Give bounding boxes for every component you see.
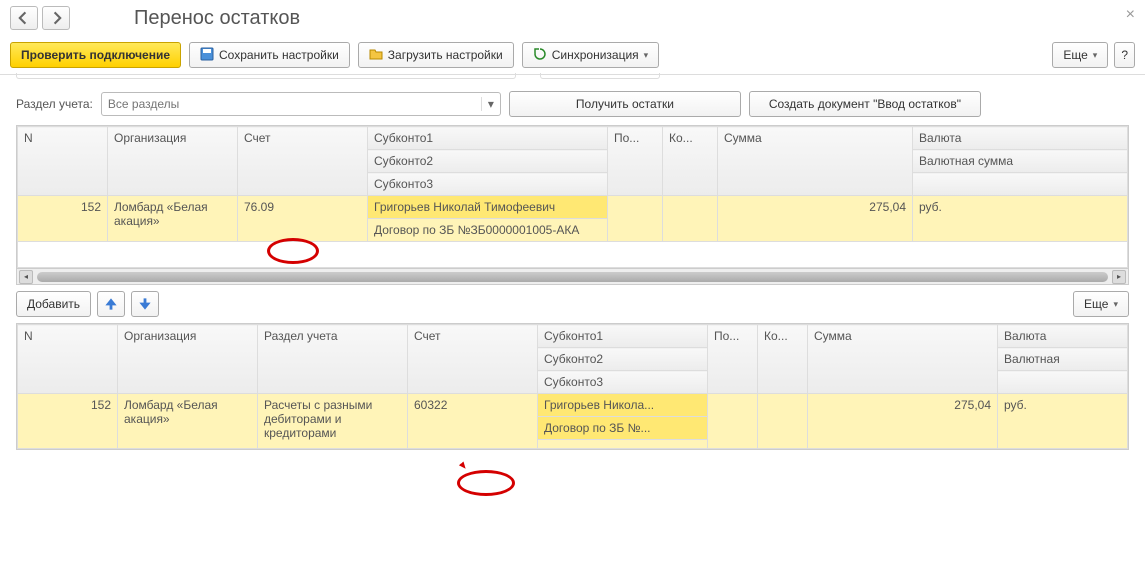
chevron-down-icon: ▾ <box>644 50 649 61</box>
cell-sub3 <box>538 440 708 449</box>
sync-label: Синхронизация <box>552 48 639 62</box>
col-po[interactable]: По... <box>708 325 758 394</box>
col-org[interactable]: Организация <box>108 127 238 196</box>
more-button-mid[interactable]: Еще ▾ <box>1073 291 1129 317</box>
cell-sub1: Григорьев Николай Тимофеевич <box>368 196 608 219</box>
annotation-circle-2 <box>457 470 515 496</box>
col-ko[interactable]: Ко... <box>758 325 808 394</box>
col-n[interactable]: N <box>18 325 118 394</box>
chevron-down-icon: ▾ <box>1093 50 1098 61</box>
chevron-down-icon[interactable]: ▾ <box>481 97 500 111</box>
balances-table-bottom: N Организация Раздел учета Счет Субконто… <box>17 324 1128 449</box>
table-row[interactable]: 152 Ломбард «Белая акация» 76.09 Григорь… <box>18 196 1128 219</box>
col-sub3[interactable]: Субконто3 <box>368 173 608 196</box>
nav-back-button[interactable] <box>10 6 38 30</box>
create-document-button[interactable]: Создать документ "Ввод остатков" <box>749 91 981 117</box>
sync-button[interactable]: Синхронизация ▾ <box>522 42 659 68</box>
col-org[interactable]: Организация <box>118 325 258 394</box>
get-balances-button[interactable]: Получить остатки <box>509 91 741 117</box>
col-sub2[interactable]: Субконто2 <box>538 348 708 371</box>
cell-org: Ломбард «Белая акация» <box>108 196 238 242</box>
save-icon <box>200 47 214 64</box>
col-section[interactable]: Раздел учета <box>258 325 408 394</box>
more-button-top[interactable]: Еще ▾ <box>1052 42 1108 68</box>
cell-org: Ломбард «Белая акация» <box>118 394 258 449</box>
col-sub3[interactable]: Субконто3 <box>538 371 708 394</box>
cell-sum: 275,04 <box>808 394 998 449</box>
cell-sub2: Договор по ЗБ №... <box>538 417 708 440</box>
arrow-down-icon <box>138 297 152 311</box>
check-connection-button[interactable]: Проверить подключение <box>10 42 181 68</box>
scroll-left-icon[interactable]: ◂ <box>19 270 33 284</box>
col-sub1[interactable]: Субконто1 <box>538 325 708 348</box>
arrow-up-icon <box>104 297 118 311</box>
col-val[interactable]: Валюта <box>998 325 1128 348</box>
cell-n: 152 <box>18 196 108 242</box>
cell-account: 60322 <box>408 394 538 449</box>
col-sub1[interactable]: Субконто1 <box>368 127 608 150</box>
page-title: Перенос остатков <box>134 7 300 30</box>
more-label: Еще <box>1084 297 1108 311</box>
section-label: Раздел учета: <box>16 97 93 111</box>
cell-n: 152 <box>18 394 118 449</box>
col-n[interactable]: N <box>18 127 108 196</box>
col-ko[interactable]: Ко... <box>663 127 718 196</box>
balances-table-top: N Организация Счет Субконто1 По... Ко...… <box>17 126 1128 268</box>
add-button[interactable]: Добавить <box>16 291 91 317</box>
cell-val: руб. <box>913 196 1128 242</box>
scroll-thumb[interactable] <box>37 272 1108 282</box>
nav-forward-button[interactable] <box>42 6 70 30</box>
sync-icon <box>533 47 547 64</box>
col-po[interactable]: По... <box>608 127 663 196</box>
save-settings-button[interactable]: Сохранить настройки <box>189 42 350 68</box>
move-up-button[interactable] <box>97 291 125 317</box>
close-icon[interactable]: × <box>1126 6 1135 24</box>
save-settings-label: Сохранить настройки <box>219 48 339 62</box>
move-down-button[interactable] <box>131 291 159 317</box>
col-sub2[interactable]: Субконто2 <box>368 150 608 173</box>
cell-sub2: Договор по ЗБ №ЗБ0000001005-АКА <box>368 219 608 242</box>
col-sum[interactable]: Сумма <box>718 127 913 196</box>
section-combo[interactable]: ▾ <box>101 92 501 116</box>
scroll-right-icon[interactable]: ▸ <box>1112 270 1126 284</box>
more-label: Еще <box>1063 48 1087 62</box>
cell-sub1: Григорьев Никола... <box>538 394 708 417</box>
section-input[interactable] <box>102 97 481 111</box>
col-sum[interactable]: Сумма <box>808 325 998 394</box>
table-row[interactable]: 152 Ломбард «Белая акация» Расчеты с раз… <box>18 394 1128 417</box>
cell-section: Расчеты с разными дебиторами и кредитора… <box>258 394 408 449</box>
col-val[interactable]: Валюта <box>913 127 1128 150</box>
col-account[interactable]: Счет <box>238 127 368 196</box>
load-settings-button[interactable]: Загрузить настройки <box>358 42 514 68</box>
cell-sum: 275,04 <box>718 196 913 242</box>
col-valsum[interactable]: Валютная сумма <box>913 150 1128 173</box>
cell-val: руб. <box>998 394 1128 449</box>
chevron-down-icon: ▾ <box>1113 299 1118 310</box>
cell-account: 76.09 <box>238 196 368 242</box>
load-settings-label: Загрузить настройки <box>388 48 503 62</box>
help-button[interactable]: ? <box>1114 42 1135 68</box>
horizontal-scrollbar[interactable]: ◂ ▸ <box>17 268 1128 284</box>
folder-icon <box>369 47 383 64</box>
col-valsum[interactable]: Валютная <box>998 348 1128 371</box>
col-account[interactable]: Счет <box>408 325 538 394</box>
